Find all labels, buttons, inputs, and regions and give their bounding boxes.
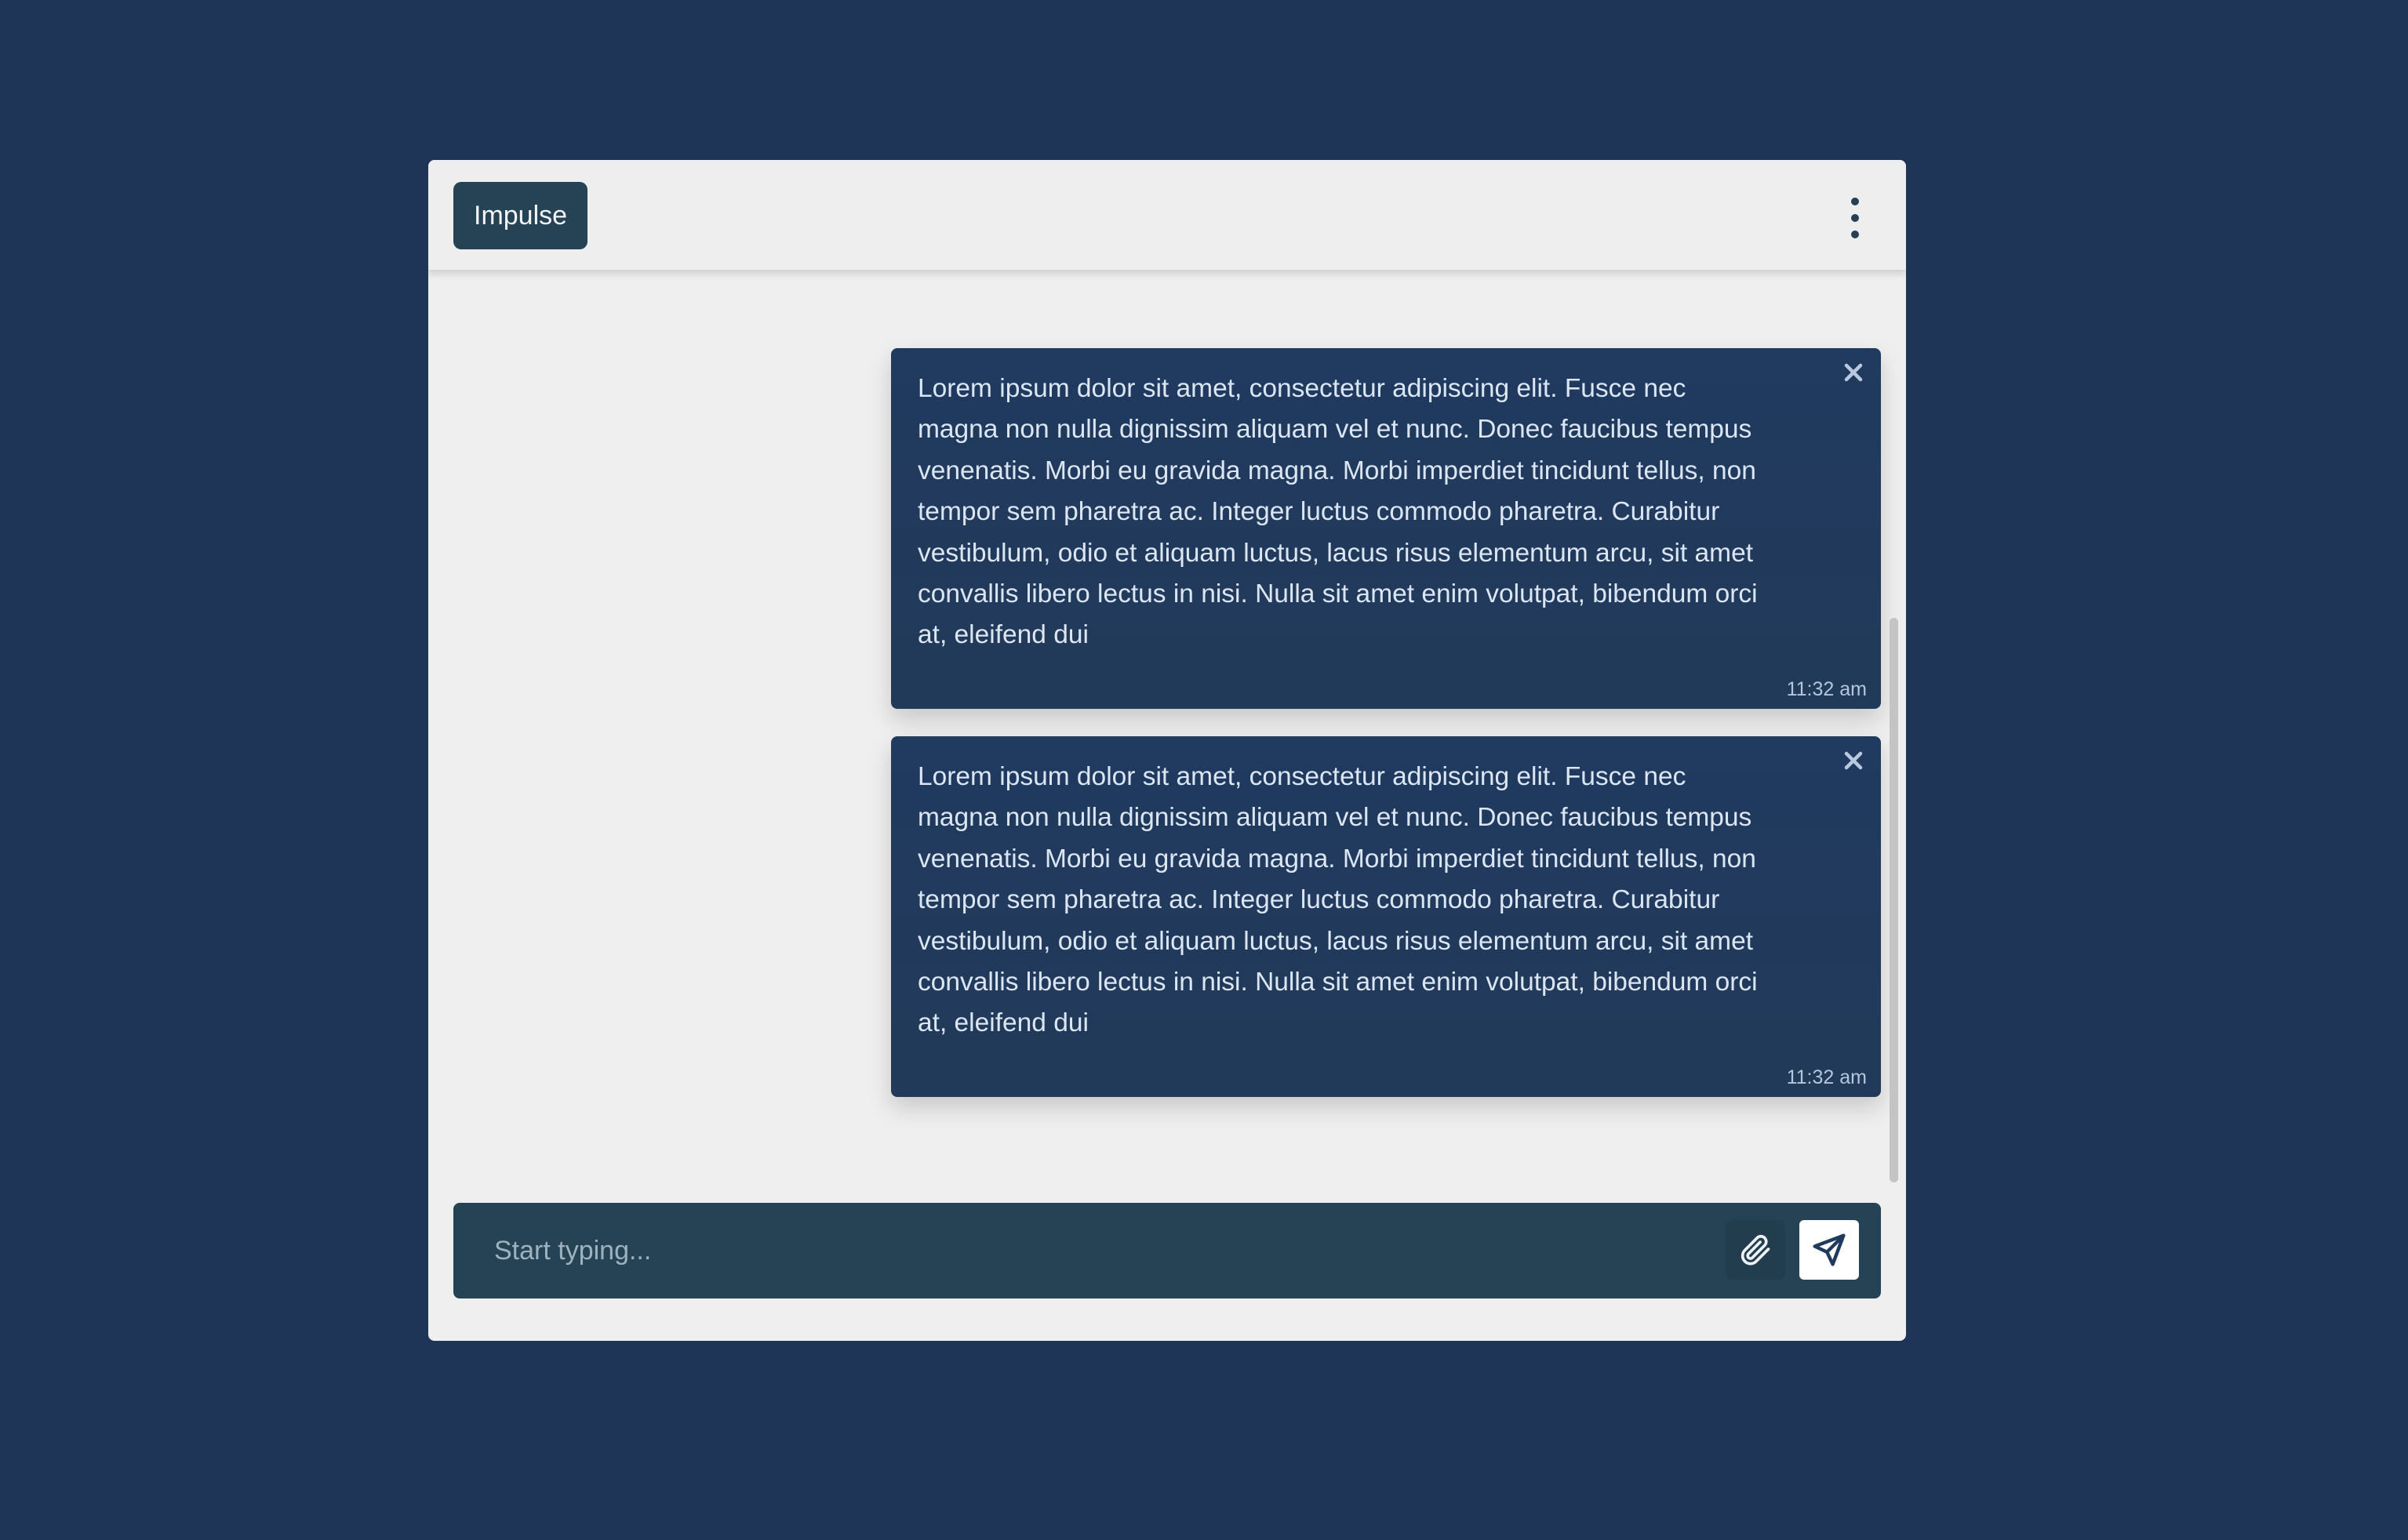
paperclip-icon — [1741, 1234, 1770, 1266]
scrollbar-thumb[interactable] — [1890, 618, 1898, 1182]
message-timestamp: 11:32 am — [1786, 678, 1867, 700]
chat-window: Impulse Lorem ipsum dolor sit amet, cons… — [428, 160, 1906, 1341]
message-bubble: Lorem ipsum dolor sit amet, consectetur … — [891, 348, 1881, 709]
brand-button[interactable]: Impulse — [453, 182, 588, 249]
send-icon — [1813, 1233, 1846, 1266]
chat-header: Impulse — [428, 160, 1906, 270]
kebab-menu-icon — [1851, 198, 1859, 238]
message-timestamp: 11:32 am — [1786, 1066, 1867, 1088]
message-input[interactable] — [494, 1203, 1671, 1298]
message-text: Lorem ipsum dolor sit amet, consectetur … — [918, 374, 1758, 650]
attach-button[interactable] — [1726, 1220, 1785, 1280]
close-icon — [1844, 751, 1863, 770]
send-button[interactable] — [1799, 1220, 1859, 1280]
message-text: Lorem ipsum dolor sit amet, consectetur … — [918, 762, 1758, 1038]
menu-button[interactable] — [1843, 194, 1867, 242]
close-message-button[interactable] — [1840, 747, 1867, 774]
close-icon — [1844, 363, 1863, 382]
close-message-button[interactable] — [1840, 359, 1867, 386]
message-bubble: Lorem ipsum dolor sit amet, consectetur … — [891, 736, 1881, 1097]
message-composer — [453, 1203, 1881, 1298]
